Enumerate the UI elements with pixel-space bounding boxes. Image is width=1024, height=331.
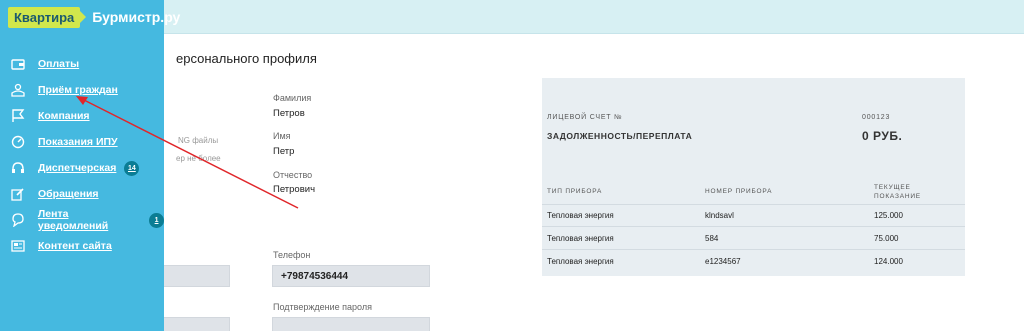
annotation-arrow xyxy=(76,96,299,209)
